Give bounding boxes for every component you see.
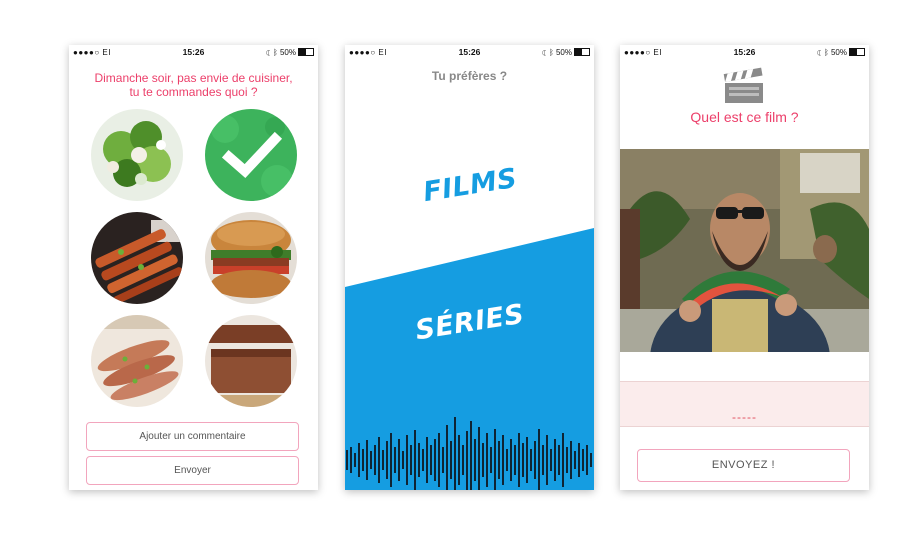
cake-image xyxy=(205,315,297,407)
option-skewers[interactable] xyxy=(91,212,183,304)
send-button[interactable]: Envoyer xyxy=(86,456,299,485)
battery-indicator: ☾ ᛒ 50% xyxy=(266,48,314,57)
answer-placeholder: ----- xyxy=(732,410,757,424)
battery-percent: 50% xyxy=(279,48,296,57)
option-selected[interactable] xyxy=(205,109,297,201)
bluetooth-icon: ᛒ xyxy=(272,48,278,57)
answer-input[interactable]: ----- xyxy=(620,381,869,427)
battery-icon xyxy=(574,48,590,56)
movie-still-image xyxy=(620,149,869,352)
duck-image xyxy=(91,315,183,407)
moon-icon: ☾ xyxy=(541,48,547,57)
phone-screen-films-series: ●●●●○ EI 15:26 ☾ ᛒ 50% Tu préfères ? FIL… xyxy=(345,45,594,490)
option-duck[interactable] xyxy=(91,315,183,407)
moon-icon: ☾ xyxy=(816,48,822,57)
status-bar: ●●●●○ EI 15:26 ☾ ᛒ 50% xyxy=(345,45,594,59)
checkmark-icon xyxy=(205,109,297,201)
split-background xyxy=(345,228,594,490)
add-comment-button[interactable]: Ajouter un commentaire xyxy=(86,422,299,451)
option-cake[interactable] xyxy=(205,315,297,407)
status-bar: ●●●●○ EI 15:26 ☾ ᛒ 50% xyxy=(620,45,869,59)
question-title: Tu préfères ? xyxy=(431,69,508,83)
option-salad[interactable] xyxy=(91,109,183,201)
moon-icon: ☾ xyxy=(265,48,271,57)
phone-screen-movie-quiz: ●●●●○ EI 15:26 ☾ ᛒ 50% Quel est ce film … xyxy=(620,45,869,490)
option-burger[interactable] xyxy=(205,212,297,304)
bluetooth-icon: ᛒ xyxy=(548,48,554,57)
question-line-2: tu te commandes quoi ? xyxy=(129,85,258,99)
clapperboard-icon xyxy=(723,67,763,103)
burger-image xyxy=(205,212,297,304)
battery-indicator: ☾ ᛒ 50% xyxy=(542,48,590,57)
battery-icon xyxy=(849,48,865,56)
phone-screen-food-question: ●●●●○ EI 15:26 ☾ ᛒ 50% Dimanche soir, pa… xyxy=(69,45,318,490)
skewers-image xyxy=(91,212,183,304)
battery-indicator: ☾ ᛒ 50% xyxy=(817,48,865,57)
bluetooth-icon: ᛒ xyxy=(823,48,829,57)
send-answer-button[interactable]: ENVOYEZ ! xyxy=(637,449,850,482)
battery-percent: 50% xyxy=(830,48,847,57)
salad-image xyxy=(91,109,183,201)
battery-percent: 50% xyxy=(555,48,572,57)
question-title: Dimanche soir, pas envie de cuisiner, tu… xyxy=(69,71,318,99)
question-line-1: Dimanche soir, pas envie de cuisiner, xyxy=(94,71,293,85)
question-title: Quel est ce film ? xyxy=(690,109,799,125)
status-bar: ●●●●○ EI 15:26 ☾ ᛒ 50% xyxy=(69,45,318,59)
battery-icon xyxy=(298,48,314,56)
